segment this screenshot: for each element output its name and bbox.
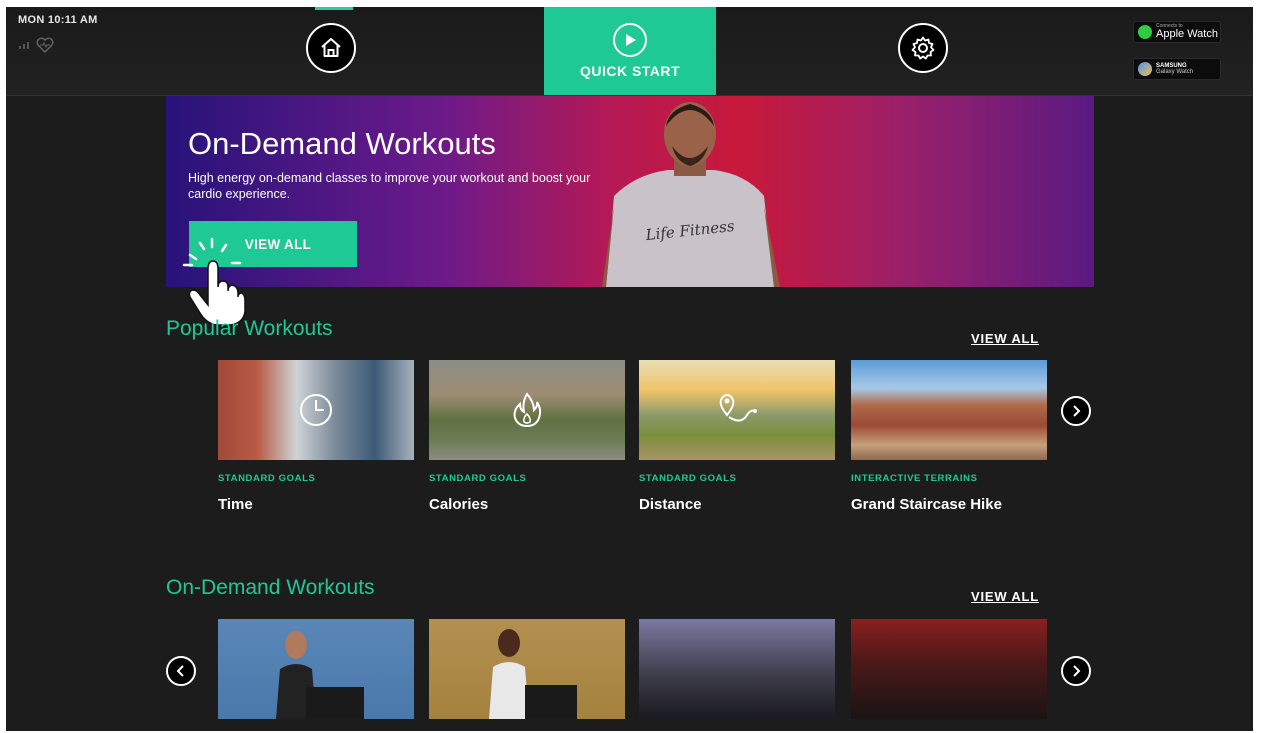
signal-icon — [19, 42, 29, 49]
app-screen: MON 10:11 AM QUICK START Connects to App… — [6, 7, 1253, 731]
popular-workouts-title: Popular Workouts — [166, 317, 333, 340]
trainer-image: Life Fitness — [602, 102, 780, 287]
workout-card-distance[interactable]: STANDARD GOALS Distance — [639, 360, 835, 513]
on-demand-thumbnail — [639, 619, 835, 719]
workout-card-calories[interactable]: STANDARD GOALS Calories — [429, 360, 625, 513]
on-demand-thumbnail — [429, 619, 625, 719]
top-bar: MON 10:11 AM QUICK START Connects to App… — [6, 7, 1253, 96]
gear-icon — [911, 36, 935, 60]
hero-title: On-Demand Workouts — [188, 126, 496, 161]
card-category: STANDARD GOALS — [429, 473, 527, 484]
home-button[interactable] — [306, 23, 356, 73]
on-demand-card[interactable] — [218, 619, 414, 719]
workout-card-time[interactable]: STANDARD GOALS Time — [218, 360, 414, 513]
hero-view-all-label: VIEW ALL — [244, 236, 312, 252]
samsung-watch-icon — [1138, 62, 1152, 76]
on-demand-prev-button[interactable] — [166, 656, 196, 686]
on-demand-card[interactable] — [639, 619, 835, 719]
on-demand-card[interactable] — [851, 619, 1047, 719]
popular-next-button[interactable] — [1061, 396, 1091, 426]
card-category: STANDARD GOALS — [218, 473, 316, 484]
instructor-figure — [489, 629, 577, 719]
on-demand-next-button[interactable] — [1061, 656, 1091, 686]
chevron-left-icon — [176, 665, 184, 677]
apple-watch-icon — [1138, 25, 1152, 39]
apple-watch-label: Apple Watch — [1156, 28, 1218, 40]
samsung-watch-label: Galaxy Watch — [1156, 69, 1194, 75]
quick-start-label: QUICK START — [579, 63, 681, 79]
heart-rate-status — [18, 37, 54, 53]
card-title: Distance — [639, 496, 702, 513]
home-icon — [321, 38, 341, 57]
heart-icon — [36, 37, 54, 53]
card-title: Calories — [429, 496, 489, 513]
on-demand-card[interactable] — [429, 619, 625, 719]
workout-thumbnail — [639, 360, 835, 460]
card-category: INTERACTIVE TERRAINS — [851, 473, 978, 484]
clock: MON 10:11 AM — [18, 14, 98, 26]
chevron-right-icon — [1073, 405, 1081, 417]
hero-banner: On-Demand Workouts High energy on-demand… — [166, 96, 1094, 287]
popular-view-all-link[interactable]: VIEW ALL — [971, 331, 1039, 346]
on-demand-view-all-link[interactable]: VIEW ALL — [971, 589, 1039, 604]
workout-thumbnail — [429, 360, 625, 460]
on-demand-thumbnail — [218, 619, 414, 719]
on-demand-thumbnail — [851, 619, 1047, 719]
on-demand-workouts-title: On-Demand Workouts — [166, 576, 375, 599]
instructor-figure — [276, 631, 364, 719]
workout-thumbnail — [218, 360, 414, 460]
card-title: Grand Staircase Hike — [851, 496, 1002, 513]
tap-hand-icon — [182, 237, 246, 326]
play-icon — [613, 23, 647, 57]
workout-thumbnail — [851, 360, 1047, 460]
flame-icon — [513, 392, 542, 428]
workout-card-grand-staircase-hike[interactable]: INTERACTIVE TERRAINS Grand Staircase Hik… — [851, 360, 1047, 513]
quick-start-button[interactable]: QUICK START — [544, 7, 716, 95]
clock-icon — [300, 394, 332, 426]
hero-description: High energy on-demand classes to improve… — [188, 171, 591, 201]
card-title: Time — [218, 496, 253, 513]
card-category: STANDARD GOALS — [639, 473, 737, 484]
settings-button[interactable] — [898, 23, 948, 73]
home-active-indicator — [315, 7, 353, 10]
samsung-watch-badge[interactable]: SAMSUNG Galaxy Watch — [1133, 58, 1221, 80]
route-icon — [719, 393, 757, 422]
apple-watch-badge[interactable]: Connects to Apple Watch — [1133, 21, 1221, 43]
chevron-right-icon — [1073, 665, 1081, 677]
